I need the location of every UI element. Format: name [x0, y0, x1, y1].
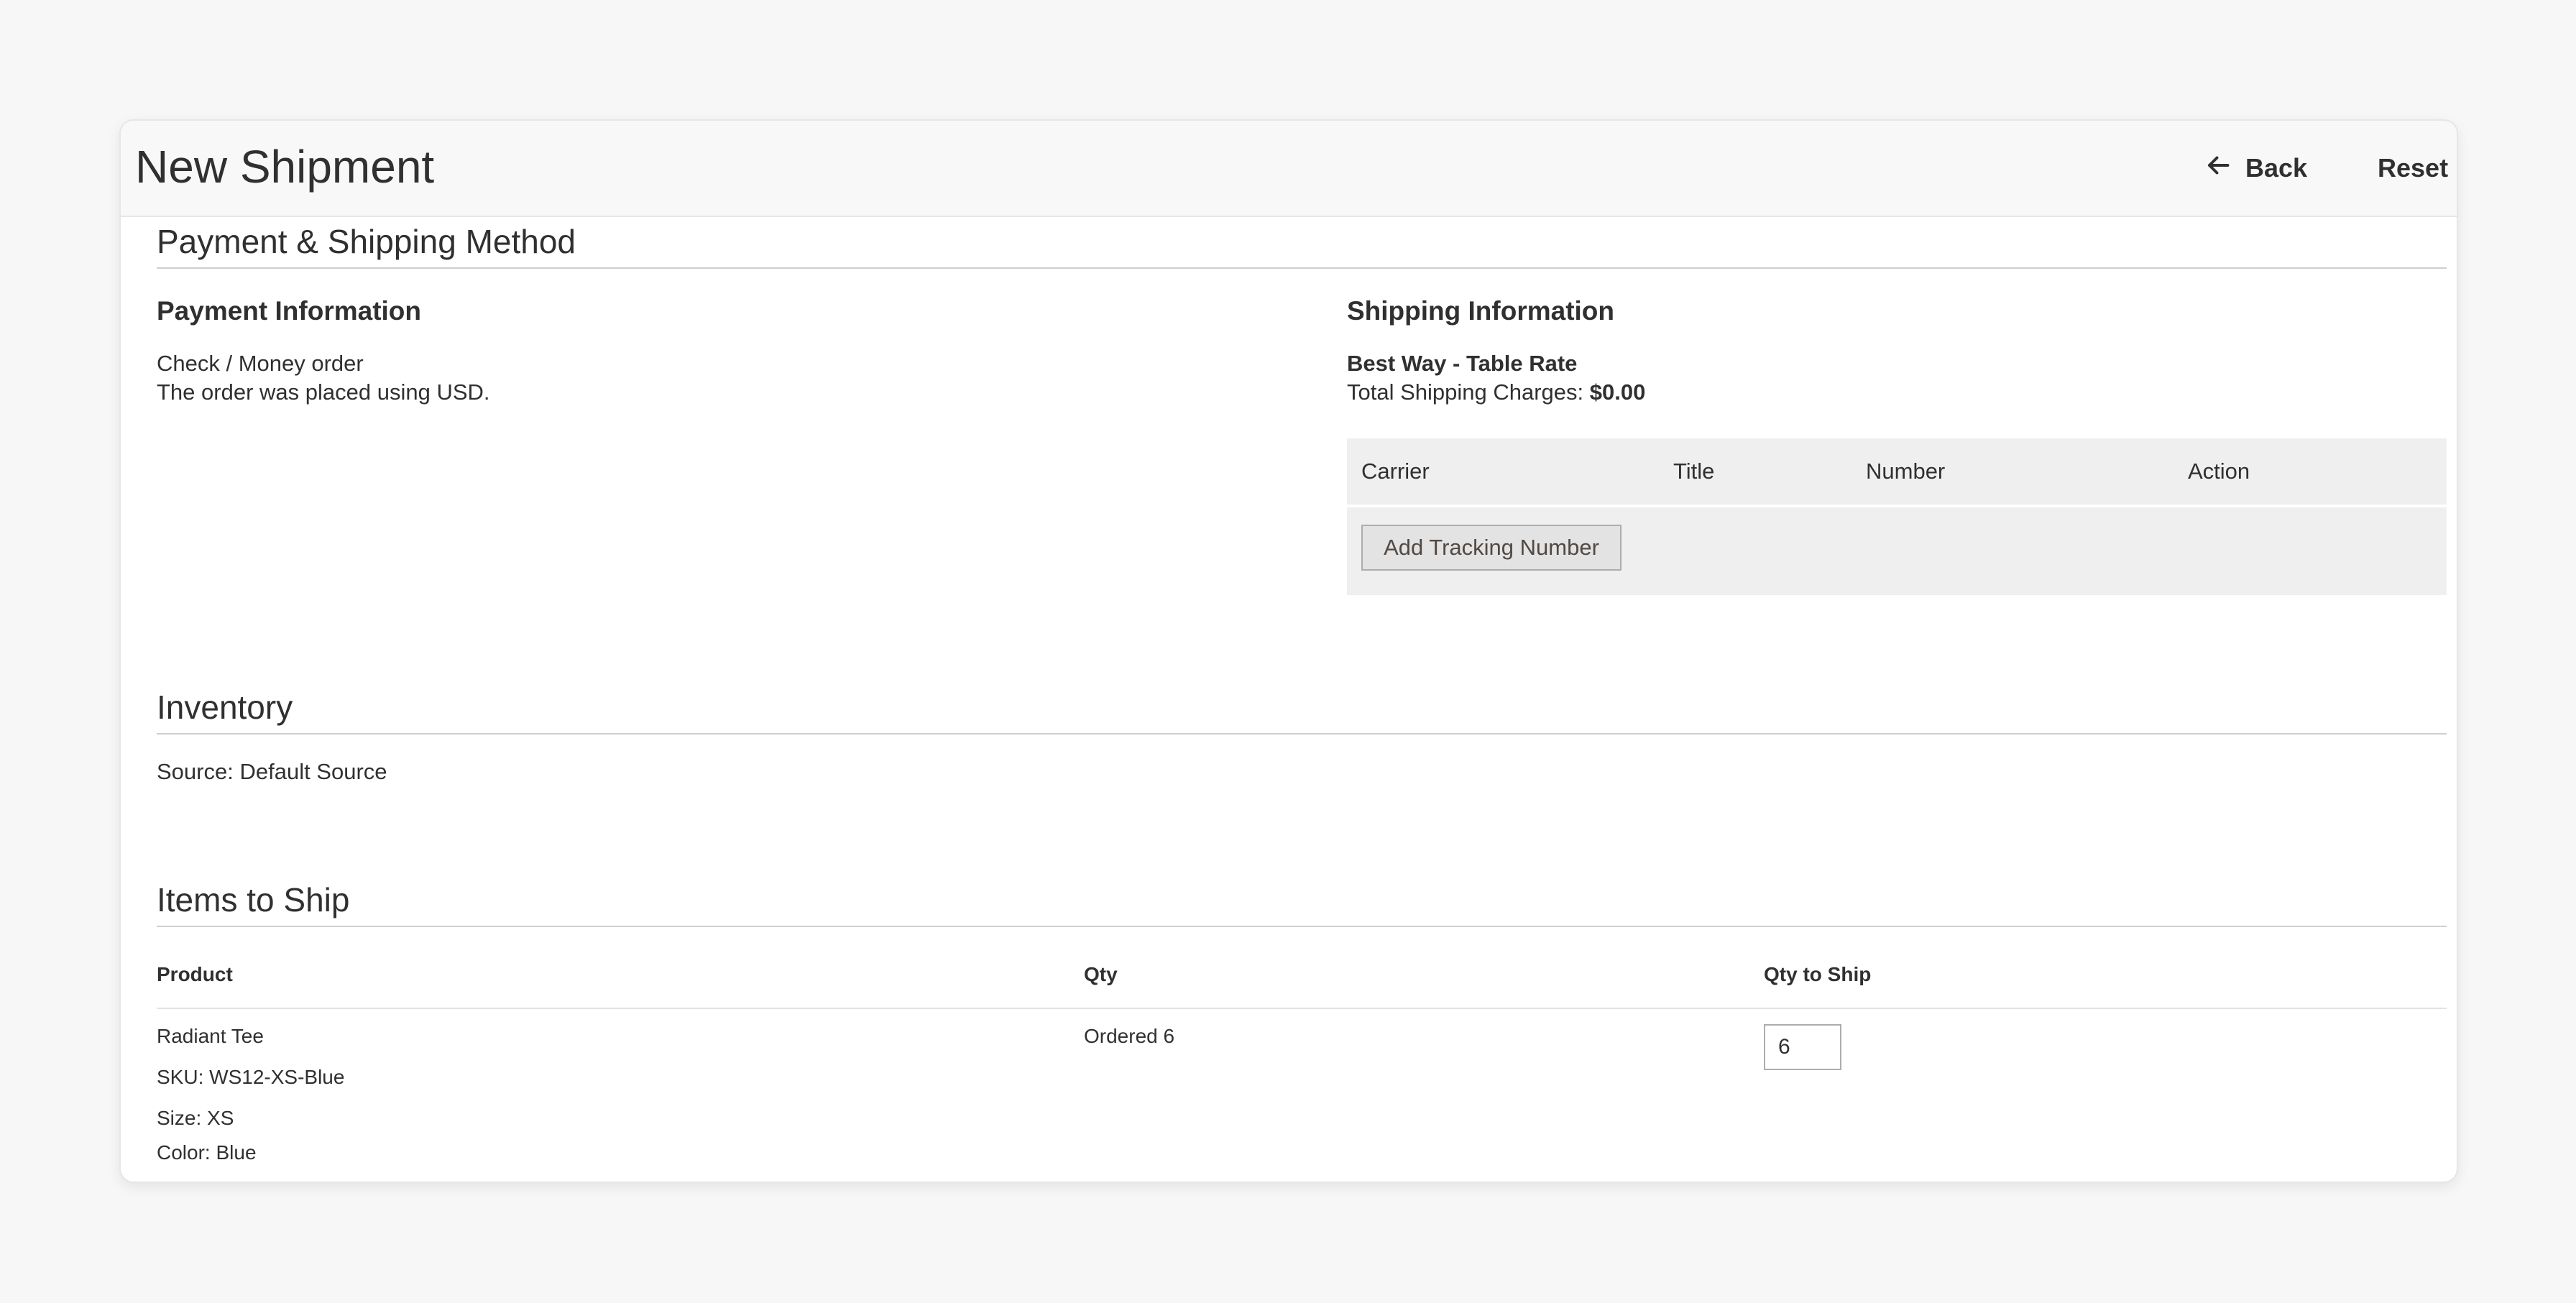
inventory-section-title: Inventory [157, 689, 293, 726]
tracking-column-title: Title [1673, 459, 1715, 484]
section-divider [157, 733, 2447, 735]
payment-shipping-section-title: Payment & Shipping Method [157, 223, 576, 260]
inventory-source-value: Default Source [239, 759, 387, 784]
page-header: New Shipment Back Reset [121, 121, 2457, 217]
inventory-source: Source: Default Source [157, 758, 387, 786]
section-divider [157, 926, 2447, 927]
currency-note: The order was placed using USD. [157, 379, 490, 405]
add-tracking-number-button[interactable]: Add Tracking Number [1361, 525, 1622, 571]
items-header-divider [157, 1008, 2447, 1009]
items-section-title: Items to Ship [157, 881, 350, 918]
tracking-column-carrier: Carrier [1361, 459, 1430, 484]
ordered-qty: Ordered 6 [1084, 1023, 1174, 1049]
shipment-panel: New Shipment Back Reset Payment & Shippi… [119, 119, 2458, 1183]
tracking-column-number: Number [1866, 459, 1946, 484]
product-color: Color: Blue [157, 1140, 257, 1166]
shipping-charges-label: Total Shipping Charges: [1347, 379, 1584, 405]
product-sku-value: WS12-XS-Blue [209, 1066, 345, 1088]
product-color-value: Blue [216, 1141, 257, 1164]
ordered-qty-value: 6 [1163, 1025, 1175, 1047]
tracking-table: Carrier Title Number Action Add Tracking… [1347, 438, 2447, 595]
payment-method: Check / Money order [157, 351, 364, 376]
page-title: New Shipment [135, 141, 435, 193]
product-sku: SKU: WS12-XS-Blue [157, 1064, 344, 1090]
product-size-label: Size: [157, 1107, 202, 1129]
arrow-left-icon [2205, 152, 2231, 185]
shipping-charges: Total Shipping Charges: $0.00 [1347, 378, 1645, 407]
back-button[interactable]: Back [2205, 145, 2307, 191]
shipping-method: Best Way - Table Rate [1347, 351, 1578, 376]
shipping-information-title: Shipping Information [1347, 296, 1615, 326]
reset-button[interactable]: Reset [2378, 145, 2448, 191]
product-name: Radiant Tee [157, 1025, 264, 1047]
items-column-qty-to-ship: Qty to Ship [1764, 963, 1872, 985]
items-column-product: Product [157, 963, 233, 985]
payment-information-title: Payment Information [157, 296, 421, 326]
tracking-table-header: Carrier Title Number Action [1347, 438, 2447, 507]
product-size-value: XS [207, 1107, 234, 1129]
qty-to-ship-input[interactable] [1764, 1024, 1841, 1070]
back-button-label: Back [2245, 153, 2308, 183]
shipping-charges-value: $0.00 [1589, 379, 1646, 405]
items-column-qty: Qty [1084, 963, 1118, 985]
product-size: Size: XS [157, 1105, 234, 1131]
tracking-column-action: Action [2188, 459, 2250, 484]
product-sku-label: SKU: [157, 1066, 204, 1088]
product-color-label: Color: [157, 1141, 211, 1164]
ordered-qty-label: Ordered [1084, 1025, 1158, 1047]
section-divider [157, 267, 2447, 269]
inventory-source-label: Source: [157, 759, 234, 784]
